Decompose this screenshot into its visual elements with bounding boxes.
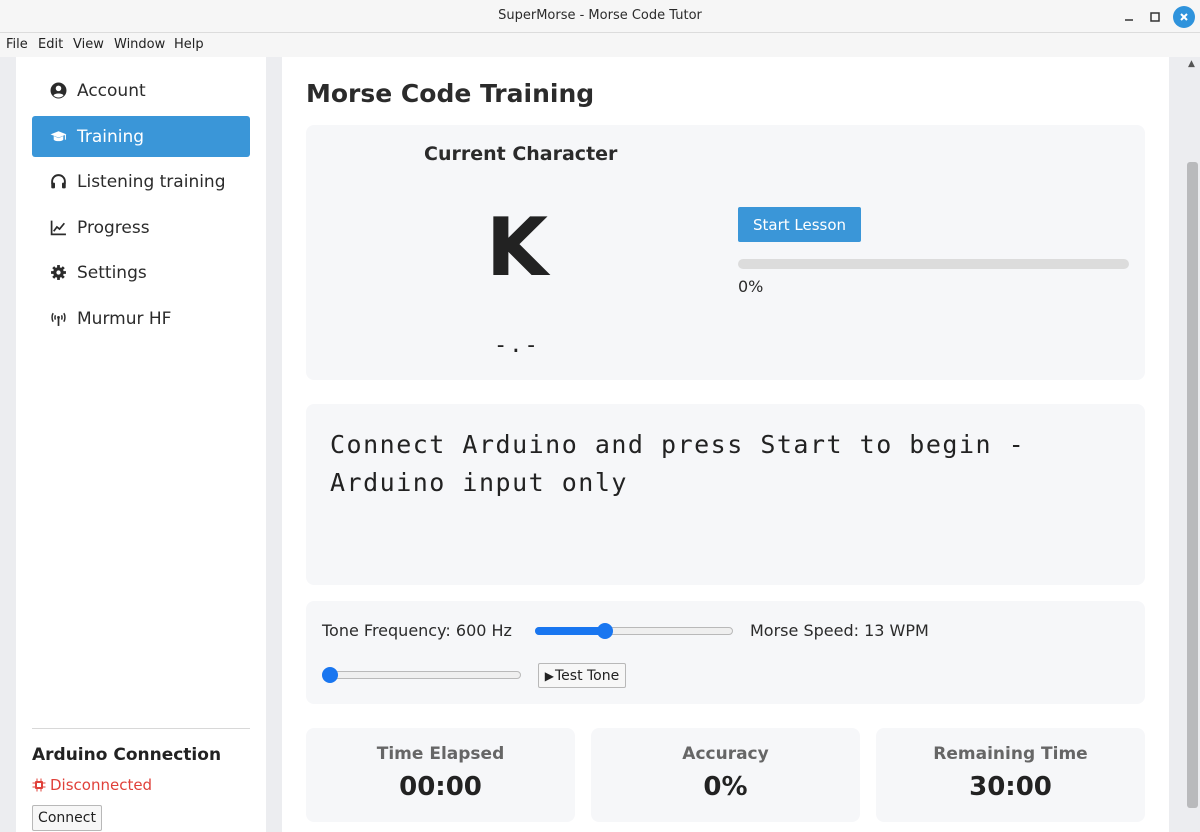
stat-label: Remaining Time — [933, 744, 1088, 764]
sidebar-item-label: Progress — [77, 217, 150, 238]
headphones-icon — [49, 173, 67, 191]
graduation-cap-icon — [49, 128, 67, 146]
start-lesson-button[interactable]: Start Lesson — [738, 207, 861, 242]
minimize-button[interactable] — [1118, 6, 1140, 28]
menu-view[interactable]: View — [73, 37, 104, 52]
sidebar-item-label: Account — [77, 80, 146, 101]
chip-icon — [32, 778, 46, 792]
arduino-status: Disconnected — [32, 776, 152, 794]
stat-value: 0% — [703, 772, 748, 802]
stat-value: 30:00 — [969, 772, 1052, 802]
tone-frequency-label: Tone Frequency: 600 Hz — [322, 621, 512, 640]
tone-frequency-slider[interactable] — [535, 623, 733, 639]
maximize-button[interactable] — [1144, 6, 1166, 28]
scrollbar-thumb[interactable] — [1187, 162, 1198, 808]
gear-icon — [49, 264, 67, 282]
sidebar-item-listening-training[interactable]: Listening training — [32, 161, 250, 202]
stat-time-elapsed: Time Elapsed 00:00 — [306, 728, 575, 822]
stat-label: Accuracy — [682, 744, 769, 764]
sidebar-item-label: Training — [77, 126, 145, 147]
sidebar-item-murmur-hf[interactable]: Murmur HF — [32, 298, 250, 339]
current-character-label: Current Character — [424, 143, 618, 165]
stat-label: Time Elapsed — [376, 744, 505, 764]
vertical-scrollbar[interactable]: ▲ — [1185, 57, 1200, 832]
stat-remaining-time: Remaining Time 30:00 — [876, 728, 1145, 822]
play-icon: ▶ — [544, 668, 554, 683]
status-message: Connect Arduino and press Start to begin… — [330, 430, 1026, 497]
connect-button[interactable]: Connect — [32, 805, 102, 831]
audio-controls-card: Tone Frequency: 600 Hz Morse Speed: 13 W… — [306, 601, 1145, 704]
stat-accuracy: Accuracy 0% — [591, 728, 860, 822]
sidebar-item-training[interactable]: Training — [32, 116, 250, 157]
window-title: SuperMorse - Morse Code Tutor — [498, 8, 702, 23]
minimize-icon — [1125, 19, 1133, 21]
user-circle-icon — [49, 82, 67, 100]
scroll-up-icon[interactable]: ▲ — [1188, 59, 1195, 69]
arduino-status-text: Disconnected — [50, 776, 153, 794]
sidebar: Account Training Listening training Prog… — [16, 57, 266, 832]
sidebar-divider — [32, 728, 250, 729]
menu-help[interactable]: Help — [174, 37, 204, 52]
menu-edit[interactable]: Edit — [38, 37, 63, 52]
sidebar-item-label: Settings — [77, 262, 147, 283]
sidebar-item-label: Listening training — [77, 171, 226, 192]
menu-file[interactable]: File — [6, 37, 28, 52]
test-tone-label: Test Tone — [554, 667, 620, 684]
close-button[interactable] — [1173, 6, 1195, 28]
arduino-connection-title: Arduino Connection — [32, 745, 222, 765]
current-character: K — [486, 201, 548, 294]
sidebar-item-account[interactable]: Account — [32, 70, 250, 111]
close-icon — [1180, 13, 1188, 21]
stat-value: 00:00 — [399, 772, 482, 802]
morse-speed-slider[interactable] — [322, 667, 521, 683]
menu-bar: File Edit View Window Help — [0, 33, 1200, 57]
current-character-card: Current Character K -.- Start Lesson 0% — [306, 125, 1145, 380]
sidebar-item-label: Murmur HF — [77, 308, 172, 329]
slider-thumb[interactable] — [596, 623, 613, 639]
window-titlebar: SuperMorse - Morse Code Tutor — [0, 0, 1200, 33]
sidebar-item-progress[interactable]: Progress — [32, 207, 250, 248]
lesson-progress-bar — [738, 259, 1129, 269]
slider-thumb[interactable] — [322, 667, 338, 683]
test-tone-button[interactable]: ▶ Test Tone — [538, 663, 626, 688]
message-card: Connect Arduino and press Start to begin… — [306, 404, 1145, 585]
slider-fill — [535, 627, 603, 635]
page-title: Morse Code Training — [306, 79, 595, 108]
slider-track — [322, 671, 521, 679]
morse-speed-label: Morse Speed: 13 WPM — [750, 621, 929, 640]
chart-line-icon — [49, 219, 67, 237]
current-morse-code: -.- — [494, 333, 540, 358]
menu-window[interactable]: Window — [114, 37, 165, 52]
main-panel: Morse Code Training Current Character K … — [282, 57, 1169, 832]
maximize-icon — [1150, 12, 1160, 22]
sidebar-item-settings[interactable]: Settings — [32, 252, 250, 293]
lesson-progress-text: 0% — [738, 277, 764, 296]
antenna-icon — [49, 310, 67, 328]
